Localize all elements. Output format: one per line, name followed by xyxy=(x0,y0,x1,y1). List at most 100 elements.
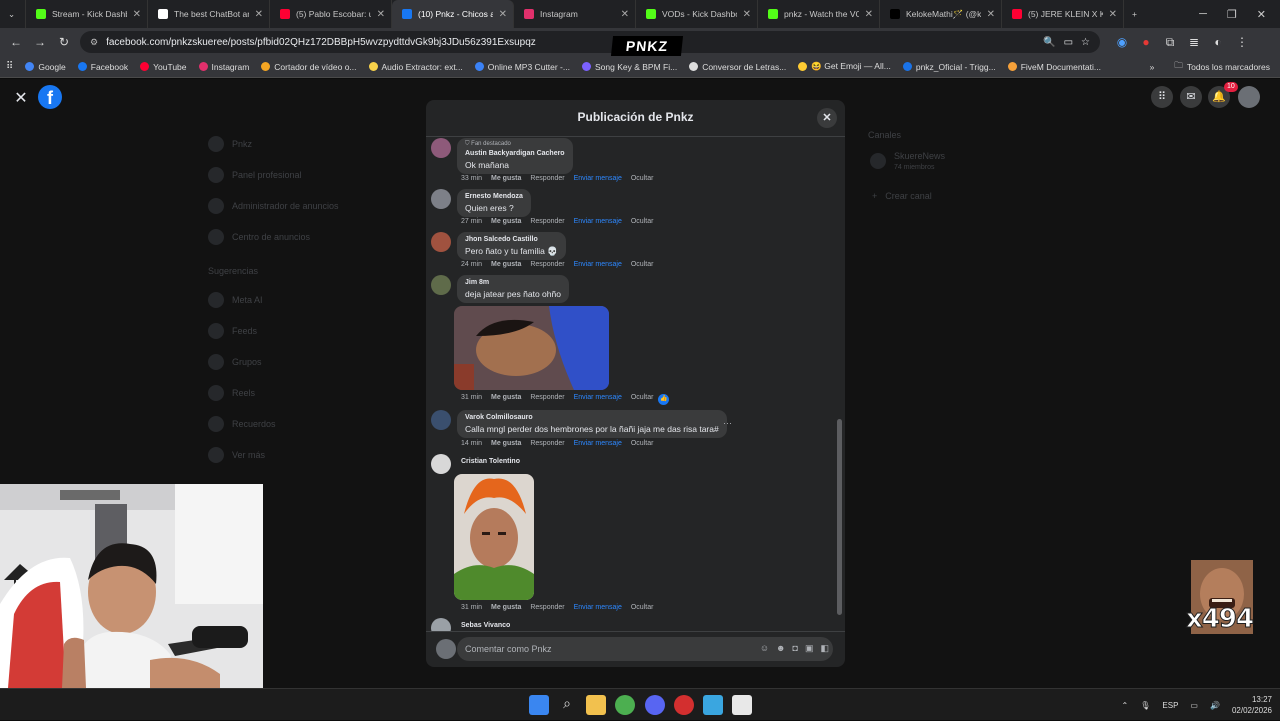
bookmark-item[interactable]: 😆 Get Emoji — All... xyxy=(798,61,891,72)
comment-author[interactable]: Varok Colmillosauro xyxy=(465,413,719,423)
comment-time[interactable]: 31 min xyxy=(461,394,482,405)
bookmark-item[interactable]: Cortador de vídeo o... xyxy=(261,61,357,72)
address-bar[interactable]: ⚙ facebook.com/pnkzskueree/posts/pfbid02… xyxy=(80,31,1100,53)
reply-button[interactable]: Responder xyxy=(530,175,564,182)
minimize-icon[interactable]: ─ xyxy=(1199,8,1207,21)
account-avatar[interactable] xyxy=(1238,86,1260,108)
apps-grid-icon[interactable]: ⠿ xyxy=(6,61,13,72)
obs-icon[interactable] xyxy=(674,695,694,715)
bookmark-item[interactable]: pnkz_Oficial - Trigg... xyxy=(902,61,996,72)
notepad-icon[interactable] xyxy=(703,695,723,715)
bookmark-item[interactable]: Google xyxy=(25,61,66,72)
hide-button[interactable]: Ocultar xyxy=(631,604,654,611)
avatar[interactable] xyxy=(431,410,451,430)
reply-button[interactable]: Responder xyxy=(530,394,564,405)
comments-scrollbar[interactable] xyxy=(837,419,842,615)
like-button[interactable]: Me gusta xyxy=(491,218,521,225)
start-menu-icon[interactable] xyxy=(529,695,549,715)
media-controls-icon[interactable]: ≣ xyxy=(1182,35,1206,49)
browser-tab[interactable]: Stream - Kick Dashbo ✕ xyxy=(26,0,148,28)
sticker-icon[interactable]: ◧ xyxy=(820,643,829,654)
like-button[interactable]: Me gusta xyxy=(491,394,521,405)
clock[interactable]: 13:27 02/02/2026 xyxy=(1232,694,1272,716)
send-message-button[interactable]: Enviar mensaje xyxy=(574,440,622,447)
facebook-logo[interactable]: f xyxy=(38,85,62,109)
close-tab-icon[interactable]: ✕ xyxy=(621,9,629,20)
capture-tool-icon[interactable] xyxy=(732,695,752,715)
file-explorer-icon[interactable] xyxy=(586,695,606,715)
all-bookmarks-link[interactable]: Todos los marcadores xyxy=(1187,62,1270,72)
gif-icon[interactable]: ▣ xyxy=(805,643,814,654)
close-tab-icon[interactable]: ✕ xyxy=(743,9,751,20)
close-tab-icon[interactable]: ✕ xyxy=(255,9,263,20)
reply-button[interactable]: Responder xyxy=(530,218,564,225)
emoji-icon[interactable]: ☻ xyxy=(776,643,785,654)
more-options-icon[interactable]: ··· xyxy=(723,418,732,428)
bookmark-item[interactable]: Online MP3 Cutter -... xyxy=(474,61,570,72)
close-icon[interactable]: ✕ xyxy=(817,108,837,128)
cast-icon[interactable]: ▭ xyxy=(1064,37,1073,48)
like-button[interactable]: Me gusta xyxy=(491,261,521,268)
send-message-button[interactable]: Enviar mensaje xyxy=(574,218,622,225)
comment-photo[interactable] xyxy=(454,306,609,390)
bookmark-star-icon[interactable]: ☆ xyxy=(1081,37,1090,48)
comment-author[interactable]: Ernesto Mendoza xyxy=(465,192,523,202)
comment-photo[interactable] xyxy=(454,474,534,600)
extensions-puzzle-icon[interactable]: ⧉ xyxy=(1158,35,1182,50)
avatar[interactable] xyxy=(431,232,451,252)
browser-tab[interactable]: The best ChatBot and ✕ xyxy=(148,0,270,28)
send-message-button[interactable]: Enviar mensaje xyxy=(574,175,622,182)
avatar-sticker-icon[interactable]: ☺ xyxy=(760,643,769,654)
site-info-icon[interactable]: ⚙ xyxy=(90,37,98,48)
bookmark-item[interactable]: YouTube xyxy=(140,61,187,72)
camera-icon[interactable]: ◘ xyxy=(793,643,798,654)
back-icon[interactable]: ← xyxy=(4,35,28,49)
avatar[interactable] xyxy=(431,275,451,295)
comment-author[interactable]: Jim 8m xyxy=(465,278,561,288)
like-button[interactable]: Me gusta xyxy=(491,604,521,611)
like-button[interactable]: Me gusta xyxy=(491,440,521,447)
reply-button[interactable]: Responder xyxy=(530,604,564,611)
comment-author[interactable]: Sebas Vivanco xyxy=(461,621,510,631)
language-indicator[interactable]: ESP xyxy=(1162,701,1178,710)
browser-tab[interactable]: VODs - Kick Dashbo ✕ xyxy=(636,0,758,28)
tab-search-button[interactable]: ⌄ xyxy=(0,0,26,28)
comment-author[interactable]: Austin Backyardigan Cachero xyxy=(465,149,565,159)
send-message-button[interactable]: Enviar mensaje xyxy=(574,604,622,611)
browser-tab[interactable]: KelokeMathi🪄 (@ke ✕ xyxy=(880,0,1002,28)
hide-button[interactable]: Ocultar xyxy=(631,440,654,447)
bookmark-item[interactable]: FiveM Documentati... xyxy=(1007,61,1101,72)
new-tab-button[interactable]: + xyxy=(1124,0,1150,28)
hide-button[interactable]: Ocultar xyxy=(631,218,654,225)
browser-tab[interactable]: Instagram ✕ xyxy=(514,0,636,28)
comment-time[interactable]: 24 min xyxy=(461,261,482,268)
volume-icon[interactable]: 🔊 xyxy=(1210,701,1220,710)
comment-author[interactable]: Jhon Salcedo Castillo xyxy=(465,235,558,245)
network-icon[interactable]: ▭ xyxy=(1190,701,1198,710)
search-icon[interactable]: ⌕ xyxy=(557,695,577,715)
extension-record-icon[interactable]: ● xyxy=(1134,35,1158,49)
comment-time[interactable]: 33 min xyxy=(461,175,482,182)
avatar[interactable] xyxy=(431,454,451,474)
browser-tab[interactable]: pnkz - Watch the VO ✕ xyxy=(758,0,880,28)
like-button[interactable]: Me gusta xyxy=(491,175,521,182)
chrome-icon[interactable] xyxy=(615,695,635,715)
messenger-icon[interactable]: ✉ xyxy=(1180,86,1202,108)
discord-icon[interactable] xyxy=(645,695,665,715)
avatar[interactable] xyxy=(431,618,451,631)
avatar[interactable] xyxy=(431,189,451,209)
send-message-button[interactable]: Enviar mensaje xyxy=(574,261,622,268)
close-tab-icon[interactable]: ✕ xyxy=(499,9,507,20)
zoom-icon[interactable]: 🔍 xyxy=(1043,37,1055,48)
bookmark-item[interactable]: Conversor de Letras... xyxy=(689,61,786,72)
avatar[interactable] xyxy=(431,138,451,158)
browser-tab[interactable]: (5) JERE KLEIN X KAT ✕ xyxy=(1002,0,1124,28)
close-tab-icon[interactable]: ✕ xyxy=(377,9,385,20)
send-message-button[interactable]: Enviar mensaje xyxy=(574,394,622,405)
restore-icon[interactable]: ❐ xyxy=(1227,8,1237,21)
comment-time[interactable]: 27 min xyxy=(461,218,482,225)
like-reaction-icon[interactable]: 👍 xyxy=(658,394,670,405)
hide-button[interactable]: Ocultar xyxy=(631,394,654,405)
close-tab-icon[interactable]: ✕ xyxy=(1109,9,1117,20)
comment-author[interactable]: Cristian Tolentino xyxy=(461,457,520,467)
